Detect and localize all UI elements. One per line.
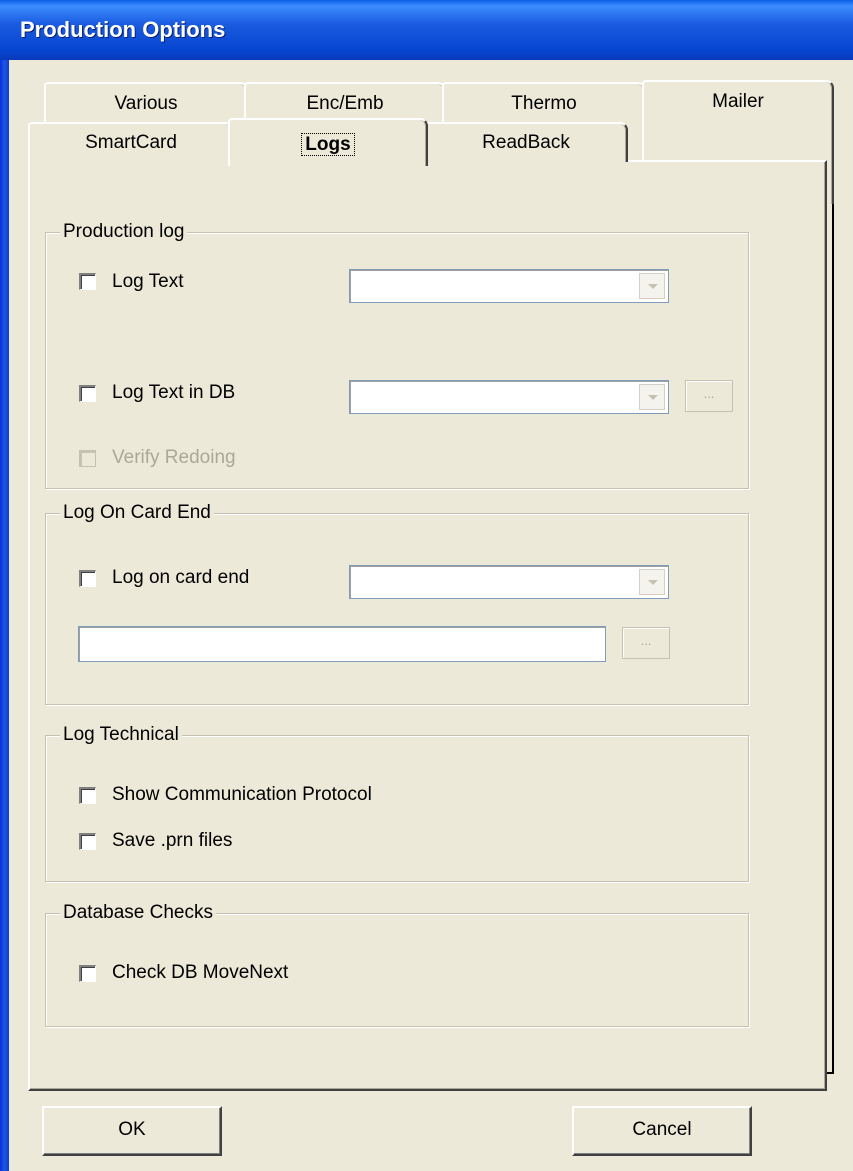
- group-legend: Log On Card End: [60, 502, 214, 524]
- log-text-label: Log Text: [112, 271, 184, 292]
- show-communication-protocol-label: Show Communication Protocol: [112, 784, 372, 805]
- dropdown-button[interactable]: [639, 384, 665, 410]
- dropdown-button[interactable]: [639, 273, 665, 299]
- dropdown-button[interactable]: [639, 569, 665, 595]
- log-on-card-end-select[interactable]: [349, 565, 669, 599]
- tab-content-logs: Production log Log Text Log Text in DB .…: [0, 0, 853, 1171]
- log-text-in-db-checkbox[interactable]: [79, 385, 96, 402]
- group-legend: Log Technical: [60, 724, 182, 746]
- log-text-select[interactable]: [349, 269, 669, 303]
- group-log-technical: [45, 735, 749, 882]
- group-legend: Database Checks: [60, 902, 216, 924]
- show-communication-protocol-checkbox[interactable]: [79, 787, 96, 804]
- log-file-path-input[interactable]: [78, 626, 606, 662]
- check-db-movenext-label: Check DB MoveNext: [112, 962, 289, 983]
- save-prn-files-label: Save .prn files: [112, 830, 233, 851]
- log-text-checkbox[interactable]: [79, 273, 96, 290]
- group-legend: Production log: [60, 221, 188, 243]
- log-on-card-end-label: Log on card end: [112, 567, 250, 588]
- browse-db-button[interactable]: ...: [685, 380, 733, 412]
- chevron-down-icon: [648, 580, 658, 585]
- browse-file-button[interactable]: ...: [622, 627, 670, 659]
- check-db-movenext-checkbox[interactable]: [79, 965, 96, 982]
- chevron-down-icon: [648, 395, 658, 400]
- verify-redoing-checkbox[interactable]: [79, 450, 96, 467]
- group-log-on-card-end: [45, 513, 749, 705]
- verify-redoing-label: Verify Redoing: [112, 447, 236, 468]
- save-prn-files-checkbox[interactable]: [79, 833, 96, 850]
- chevron-down-icon: [648, 284, 658, 289]
- log-text-in-db-label: Log Text in DB: [112, 382, 236, 403]
- log-on-card-end-checkbox[interactable]: [79, 570, 96, 587]
- log-text-in-db-select[interactable]: [349, 380, 669, 414]
